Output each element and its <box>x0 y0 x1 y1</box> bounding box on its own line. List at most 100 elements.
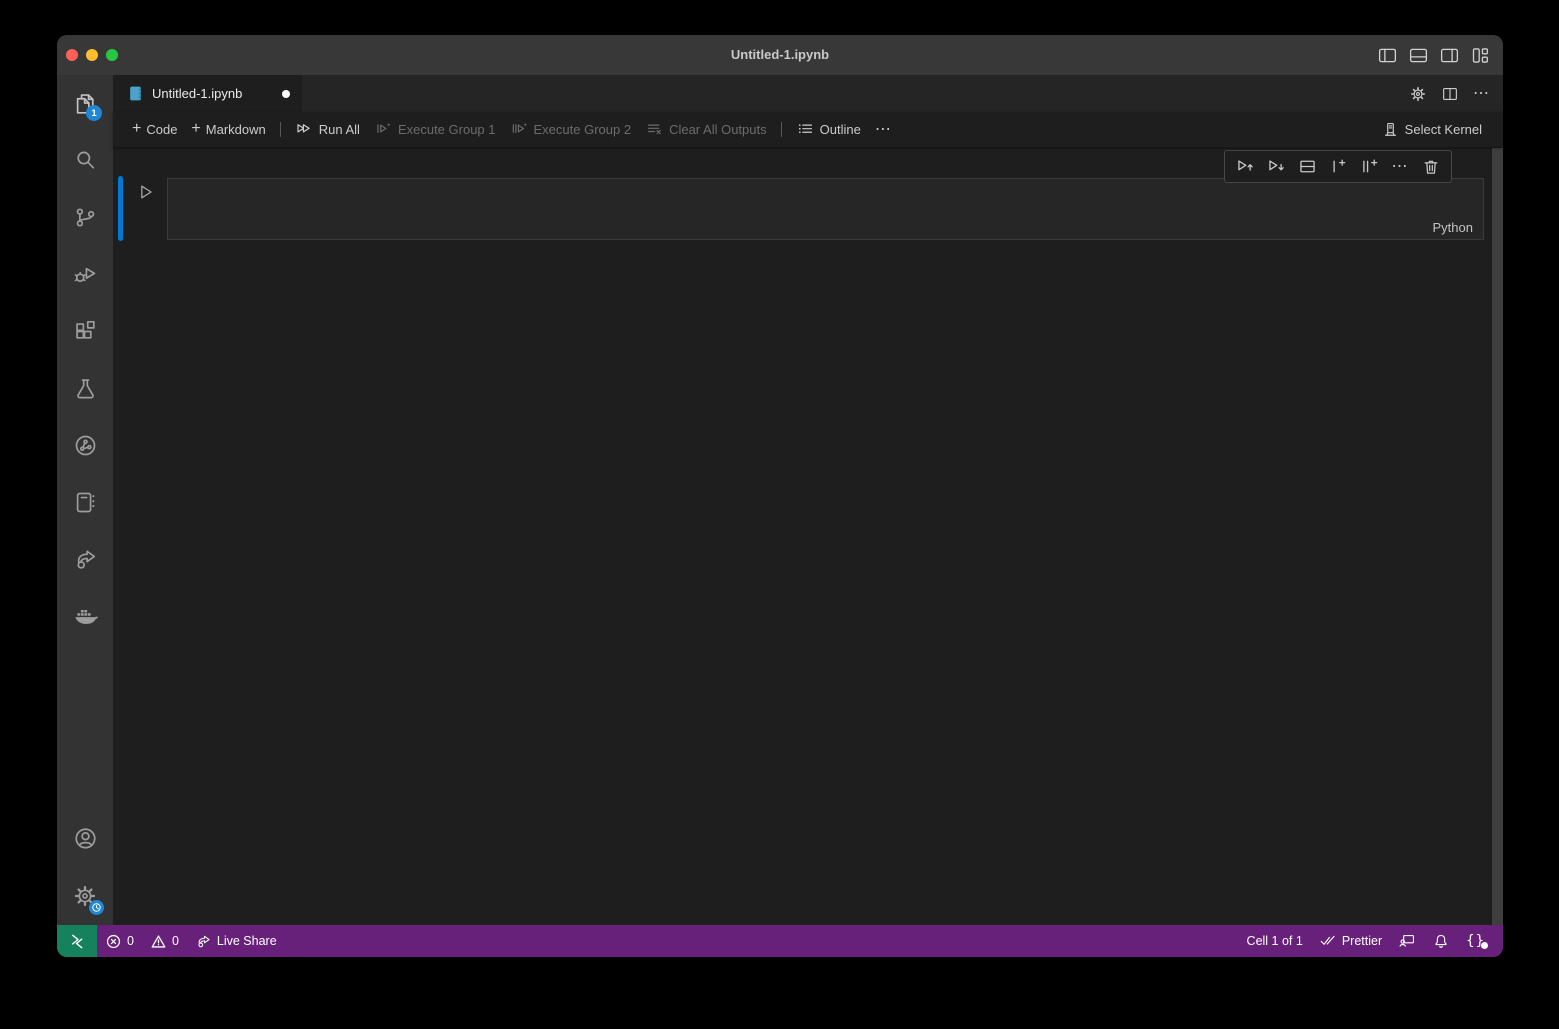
person-board-icon <box>1398 932 1416 950</box>
execute-above-cells-icon[interactable] <box>1234 156 1256 178</box>
window-title: Untitled-1.ipynb <box>57 35 1503 75</box>
notebook-cell: Python <box>113 176 1503 246</box>
title-bar: Untitled-1.ipynb <box>57 35 1503 75</box>
toolbar-more-button[interactable]: ⋯ <box>868 117 899 143</box>
check-all-icon <box>1319 932 1337 950</box>
status-bar-right: Cell 1 of 1 Prettier <box>1239 925 1503 957</box>
more-actions-icon[interactable]: ⋯ <box>1473 86 1490 102</box>
cell-language-picker[interactable]: Python <box>1433 220 1473 235</box>
split-cell-icon[interactable] <box>1296 156 1318 178</box>
clock-icon <box>91 902 102 913</box>
braces-dot <box>1481 942 1488 949</box>
outline-list-icon <box>796 120 815 139</box>
sidebar-item-account[interactable] <box>57 810 113 867</box>
activity-bar: 1 <box>57 75 113 925</box>
language-status[interactable]: {} <box>1458 925 1493 957</box>
account-icon <box>72 825 99 852</box>
sidebar-item-testing[interactable] <box>57 360 113 417</box>
split-editor-icon[interactable] <box>1441 85 1459 103</box>
docker-whale-icon <box>72 603 99 630</box>
remote-icon <box>68 932 87 951</box>
tab-untitled-ipynb[interactable]: Untitled-1.ipynb <box>113 75 302 112</box>
add-code-cell-button[interactable]: + Code <box>125 117 184 143</box>
insert-cell-above-icon[interactable] <box>1327 156 1349 178</box>
tab-label: Untitled-1.ipynb <box>152 86 242 101</box>
delete-cell-icon[interactable] <box>1420 156 1442 178</box>
toolbar-separator <box>280 122 281 137</box>
feedback-status[interactable] <box>1390 925 1424 957</box>
status-bar: 0 0 Live Share Cell 1 of 1 Prettier <box>57 925 1503 957</box>
notebook-settings-gear-icon[interactable] <box>1409 85 1427 103</box>
more-icon: ⋯ <box>875 122 892 138</box>
insert-cell-below-icon[interactable] <box>1358 156 1380 178</box>
clear-all-outputs-button[interactable]: Clear All Outputs <box>638 117 774 143</box>
warning-icon <box>150 933 167 950</box>
execute-cell-and-below-icon[interactable] <box>1265 156 1287 178</box>
sidebar-item-search[interactable] <box>57 132 113 189</box>
debug-icon <box>72 261 99 288</box>
beaker-icon <box>72 375 99 402</box>
notebook-icon <box>72 489 99 516</box>
editor-area: Untitled-1.ipynb ⋯ + Code <box>113 75 1503 925</box>
cell-more-actions-icon[interactable]: ⋯ <box>1389 156 1411 178</box>
toggle-secondary-sidebar-icon[interactable] <box>1439 45 1460 66</box>
vscode-window: Untitled-1.ipynb 1 <box>57 35 1503 957</box>
execute-group-2-button[interactable]: Execute Group 2 <box>503 117 639 143</box>
sidebar-item-extensions[interactable] <box>57 303 113 360</box>
error-icon <box>105 933 122 950</box>
sidebar-item-source-control[interactable] <box>57 189 113 246</box>
extensions-icon <box>72 318 99 345</box>
sidebar-item-notebook[interactable] <box>57 474 113 531</box>
live-share-status[interactable]: Live Share <box>187 925 285 957</box>
plus-icon: + <box>132 121 141 137</box>
braces-icon: {} <box>1466 933 1485 949</box>
sidebar-item-docker[interactable] <box>57 588 113 645</box>
play-icon <box>136 182 156 202</box>
tab-bar: Untitled-1.ipynb ⋯ <box>113 75 1503 112</box>
live-share-status-icon <box>195 933 212 950</box>
bell-icon <box>1432 932 1450 950</box>
run-all-button[interactable]: Run All <box>288 117 367 143</box>
toggle-primary-sidebar-icon[interactable] <box>1377 45 1398 66</box>
error-count: 0 <box>127 934 134 948</box>
toolbar-separator <box>781 122 782 137</box>
git-branch-icon <box>72 204 99 231</box>
explorer-badge: 1 <box>86 105 102 121</box>
sidebar-item-git-graph[interactable] <box>57 417 113 474</box>
ipynb-file-icon <box>127 85 144 102</box>
clear-outputs-icon <box>645 120 664 139</box>
add-markdown-cell-button[interactable]: + Markdown <box>184 117 272 143</box>
toggle-panel-icon[interactable] <box>1408 45 1429 66</box>
settings-clock-badge <box>89 900 104 915</box>
sidebar-item-run-debug[interactable] <box>57 246 113 303</box>
layout-controls <box>1377 35 1491 75</box>
plus-icon: + <box>191 121 200 137</box>
warning-count: 0 <box>172 934 179 948</box>
vertical-scrollbar[interactable] <box>1492 148 1503 925</box>
sidebar-item-explorer[interactable]: 1 <box>57 75 113 132</box>
remote-indicator[interactable] <box>57 925 97 957</box>
execute-group-1-button[interactable]: Execute Group 1 <box>367 117 503 143</box>
cell-toolbar: ⋯ <box>1224 150 1452 183</box>
outline-button[interactable]: Outline <box>789 117 868 143</box>
circle-graph-icon <box>72 432 99 459</box>
cell-focus-indicator[interactable] <box>118 176 123 241</box>
customize-layout-icon[interactable] <box>1470 45 1491 66</box>
select-kernel-button[interactable]: Select Kernel <box>1374 117 1489 143</box>
search-icon <box>72 147 99 174</box>
modified-dot-icon[interactable] <box>282 90 290 98</box>
notebook-toolbar: + Code + Markdown Run All Execute Group … <box>113 112 1503 147</box>
sidebar-item-settings[interactable] <box>57 867 113 924</box>
kernel-icon <box>1381 120 1400 139</box>
problems-status[interactable]: 0 0 <box>97 925 187 957</box>
notifications-status[interactable] <box>1424 925 1458 957</box>
sidebar-item-live-share[interactable] <box>57 531 113 588</box>
cell-code-editor[interactable]: Python <box>167 178 1484 240</box>
run-all-icon <box>295 120 314 139</box>
run-cell-button[interactable] <box>134 180 158 204</box>
notebook-canvas: ⋯ Python <box>113 147 1503 925</box>
execute-group-1-icon <box>374 120 393 139</box>
formatter-status[interactable]: Prettier <box>1311 925 1390 957</box>
cell-position-status[interactable]: Cell 1 of 1 <box>1239 925 1311 957</box>
live-share-icon <box>72 546 99 573</box>
